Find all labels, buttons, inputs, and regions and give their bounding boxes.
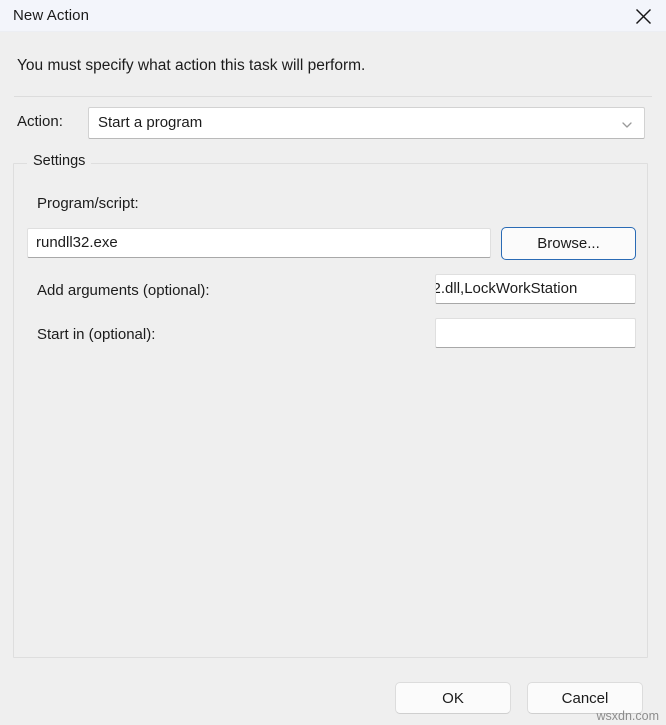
add-arguments-label: Add arguments (optional):: [37, 282, 210, 299]
close-button[interactable]: [620, 0, 666, 32]
program-script-label: Program/script:: [37, 195, 139, 212]
site-watermark: wsxdn.com: [596, 709, 659, 723]
ok-button[interactable]: OK: [395, 682, 511, 714]
instruction-text: You must specify what action this task w…: [17, 57, 366, 74]
program-script-input[interactable]: rundll32.exe: [27, 228, 491, 258]
action-label: Action:: [17, 113, 63, 130]
header-divider: [14, 96, 652, 97]
window-title: New Action: [13, 7, 90, 24]
title-bar: New Action: [0, 0, 666, 32]
add-arguments-input[interactable]: user32.dll,LockWorkStation: [435, 274, 636, 304]
settings-groupbox-legend: Settings: [27, 153, 92, 169]
program-script-value: rundll32.exe: [36, 234, 118, 251]
action-dropdown-value: Start a program: [98, 114, 203, 131]
start-in-label: Start in (optional):: [37, 326, 156, 343]
browse-button[interactable]: Browse...: [501, 227, 636, 260]
close-icon: [635, 8, 652, 25]
action-dropdown[interactable]: Start a program: [88, 107, 645, 139]
start-in-input[interactable]: [435, 318, 636, 348]
chevron-down-icon: [620, 118, 634, 130]
add-arguments-value: user32.dll,LockWorkStation: [436, 280, 578, 297]
